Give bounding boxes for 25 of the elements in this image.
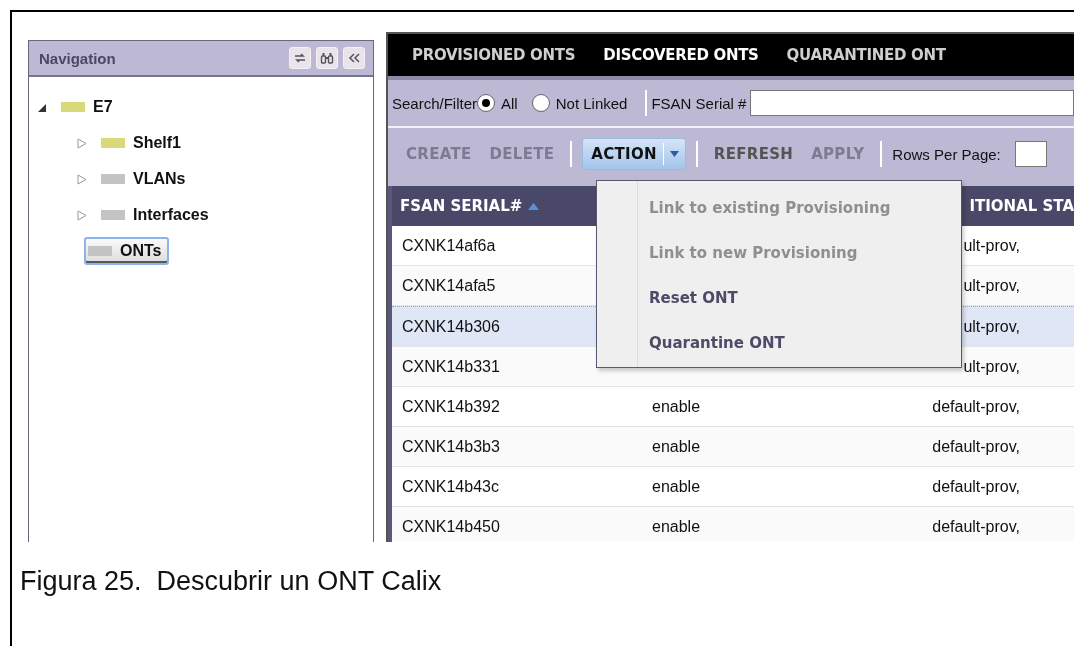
table-cell-text: CXNK14b306 — [401, 317, 501, 336]
table-cell-text: ult-prov, — [962, 317, 1020, 336]
table-cell-text: CXNK14b392 — [401, 397, 501, 416]
figure-caption: Figura 25. Descubrir un ONT Calix — [19, 565, 443, 597]
table-cell: enable — [652, 437, 701, 455]
table-cell: enable — [652, 397, 701, 415]
filter-label: Search/Filter — [392, 94, 478, 112]
table-cell-text: CXNK14af6a — [401, 236, 497, 255]
field-label: FSAN Serial # — [651, 94, 747, 112]
table-cell-text: default-prov, — [931, 397, 1020, 416]
table-cell-text: ult-prov, — [962, 357, 1020, 376]
table-cell-text: CXNK14afa5 — [401, 276, 497, 295]
table-cell-text: CXNK14b331 — [401, 357, 501, 376]
table-cell: enable — [652, 517, 701, 535]
table-cell-text: default-prov, — [931, 477, 1020, 496]
table-cell-text: CXNK14b450 — [401, 517, 501, 536]
table-cell-text: default-prov, — [931, 437, 1020, 456]
table-cell-text: CXNK14b3b3 — [401, 437, 501, 456]
table-cell-text: ult-prov, — [962, 236, 1020, 255]
table-cell-text: default-prov, — [931, 517, 1020, 536]
table-cell-text: ult-prov, — [962, 276, 1020, 295]
table-cell: enable — [652, 477, 701, 495]
rows-per-page-label: Rows Per Page: — [892, 145, 1001, 163]
panel-title: Navigation — [39, 49, 116, 67]
table-cell-text: CXNK14b43c — [401, 477, 500, 496]
